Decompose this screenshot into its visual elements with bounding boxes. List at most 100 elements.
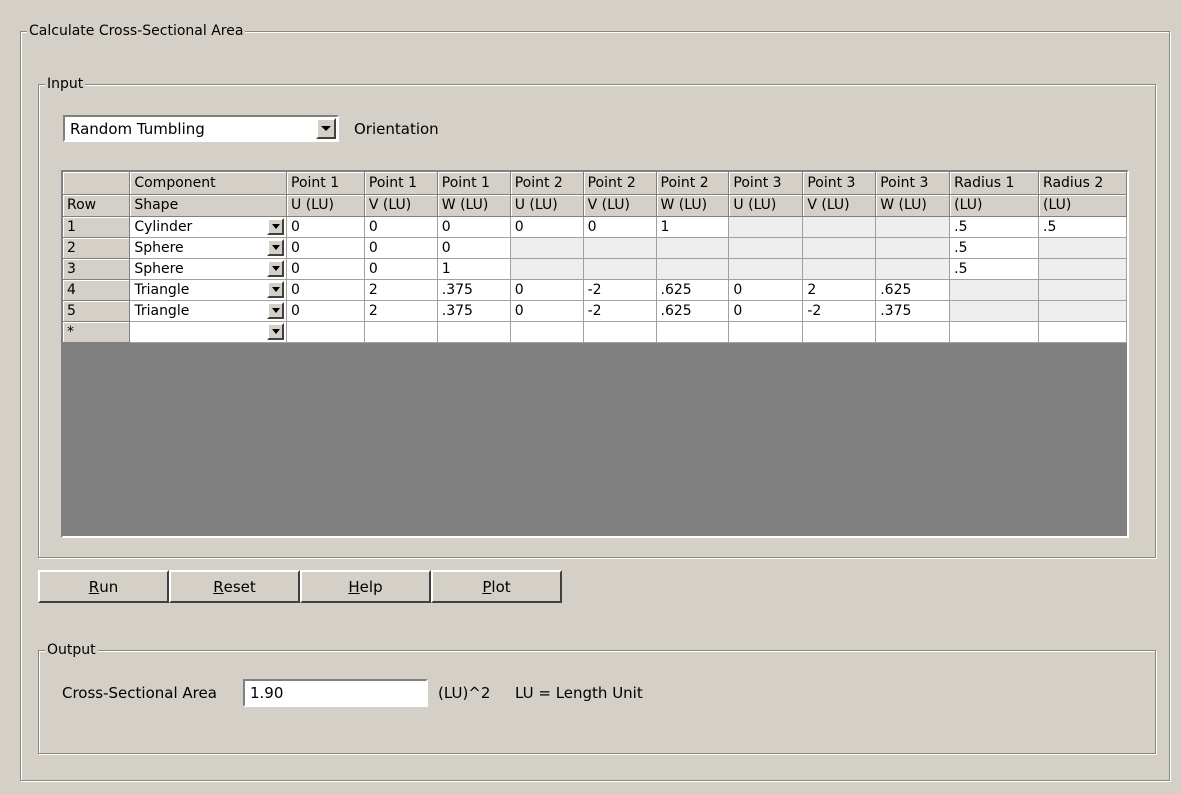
table-cell[interactable] xyxy=(437,321,511,343)
table-cell[interactable]: 2 xyxy=(802,279,877,301)
reset-button[interactable]: Reset xyxy=(169,570,300,603)
table-cell[interactable] xyxy=(286,321,365,343)
table-cell[interactable]: .5 xyxy=(1038,216,1127,238)
table-cell[interactable]: 0 xyxy=(286,237,365,259)
column-header[interactable]: Shape xyxy=(129,194,288,217)
table-cell[interactable]: 0 xyxy=(510,216,584,238)
table-cell[interactable]: 0 xyxy=(728,279,804,301)
table-cell[interactable]: .375 xyxy=(437,300,511,322)
column-header[interactable]: Point 2 xyxy=(583,172,657,195)
table-cell[interactable] xyxy=(1038,321,1127,343)
table-cell[interactable]: 0 xyxy=(364,216,438,238)
components-grid[interactable]: Component Point 1 Point 1 Point 1 Point 2 Poi… xyxy=(61,170,1129,538)
table-cell[interactable] xyxy=(728,321,804,343)
table-cell[interactable]: .625 xyxy=(656,279,730,301)
column-header[interactable]: Component xyxy=(129,172,288,195)
column-header[interactable]: Radius 2 xyxy=(1038,172,1127,195)
column-header[interactable]: Point 3 xyxy=(802,172,877,195)
shape-select-cell[interactable]: Sphere xyxy=(129,237,288,259)
table-cell xyxy=(728,258,804,280)
table-cell[interactable]: 0 xyxy=(364,237,438,259)
column-header[interactable]: Point 1 xyxy=(437,172,511,195)
column-header[interactable]: W (LU) xyxy=(875,194,951,217)
column-header[interactable]: Point 1 xyxy=(286,172,365,195)
column-header[interactable]: W (LU) xyxy=(437,194,511,217)
column-header[interactable]: Point 3 xyxy=(728,172,804,195)
shape-select-cell[interactable]: Sphere xyxy=(129,258,288,280)
table-cell xyxy=(949,300,1040,322)
shape-dropdown-button[interactable] xyxy=(267,217,285,235)
column-header[interactable]: (LU) xyxy=(949,194,1040,217)
table-cell[interactable]: .625 xyxy=(656,300,730,322)
shape-select-cell[interactable]: Triangle xyxy=(129,279,288,301)
column-header[interactable]: U (LU) xyxy=(728,194,804,217)
table-cell[interactable] xyxy=(875,321,951,343)
column-header[interactable]: (LU) xyxy=(1038,194,1127,217)
column-header[interactable] xyxy=(63,172,131,195)
column-header[interactable]: Point 2 xyxy=(656,172,730,195)
orientation-dropdown-button[interactable] xyxy=(316,118,336,139)
column-header[interactable]: Point 1 xyxy=(364,172,438,195)
column-header[interactable]: V (LU) xyxy=(364,194,438,217)
table-cell[interactable]: 0 xyxy=(286,279,365,301)
column-header[interactable]: U (LU) xyxy=(510,194,584,217)
table-cell[interactable]: -2 xyxy=(583,279,657,301)
table-cell[interactable] xyxy=(364,321,438,343)
table-cell[interactable]: 0 xyxy=(728,300,804,322)
table-cell[interactable]: 1 xyxy=(656,216,730,238)
table-cell[interactable]: .625 xyxy=(875,279,951,301)
table-cell[interactable]: 2 xyxy=(364,300,438,322)
help-button[interactable]: Help xyxy=(300,570,431,603)
column-header[interactable]: Radius 1 xyxy=(949,172,1040,195)
run-button[interactable]: Run xyxy=(38,570,169,603)
row-header[interactable]: 4 xyxy=(63,279,131,301)
table-cell[interactable] xyxy=(802,321,877,343)
table-cell[interactable]: -2 xyxy=(583,300,657,322)
table-cell[interactable]: 0 xyxy=(286,258,365,280)
shape-dropdown-button[interactable] xyxy=(267,301,285,319)
table-cell[interactable]: 0 xyxy=(286,300,365,322)
column-header[interactable]: W (LU) xyxy=(656,194,730,217)
column-header[interactable]: U (LU) xyxy=(286,194,365,217)
orientation-select[interactable]: Random Tumbling xyxy=(63,115,339,142)
cross-sectional-area-field[interactable]: 1.90 xyxy=(243,679,428,707)
row-header[interactable]: 3 xyxy=(63,258,131,280)
table-cell[interactable]: 1 xyxy=(437,258,511,280)
shape-select-cell[interactable]: Cylinder xyxy=(129,216,288,238)
table-cell[interactable]: .5 xyxy=(949,258,1040,280)
table-cell[interactable]: .5 xyxy=(949,216,1040,238)
table-cell[interactable]: .375 xyxy=(875,300,951,322)
shape-dropdown-button[interactable] xyxy=(267,238,285,256)
shape-dropdown-button[interactable] xyxy=(267,280,285,298)
table-cell[interactable]: -2 xyxy=(802,300,877,322)
row-header[interactable]: * xyxy=(63,321,131,343)
shape-dropdown-button[interactable] xyxy=(267,322,285,340)
table-cell[interactable]: .375 xyxy=(437,279,511,301)
table-cell[interactable] xyxy=(583,321,657,343)
plot-button[interactable]: Plot xyxy=(431,570,562,603)
column-header[interactable]: Row xyxy=(63,194,131,217)
column-header[interactable]: V (LU) xyxy=(583,194,657,217)
shape-select-cell[interactable]: Triangle xyxy=(129,300,288,322)
table-cell[interactable]: 0 xyxy=(437,237,511,259)
column-header[interactable]: Point 2 xyxy=(510,172,584,195)
table-cell[interactable]: 0 xyxy=(437,216,511,238)
table-cell[interactable]: 0 xyxy=(364,258,438,280)
table-cell[interactable]: 2 xyxy=(364,279,438,301)
table-cell xyxy=(656,237,730,259)
table-cell[interactable]: 0 xyxy=(510,300,584,322)
row-header[interactable]: 1 xyxy=(63,216,131,238)
row-header[interactable]: 2 xyxy=(63,237,131,259)
row-header[interactable]: 5 xyxy=(63,300,131,322)
shape-select-cell[interactable] xyxy=(129,321,288,343)
table-cell[interactable] xyxy=(510,321,584,343)
column-header[interactable]: Point 3 xyxy=(875,172,951,195)
table-cell[interactable]: 0 xyxy=(583,216,657,238)
shape-dropdown-button[interactable] xyxy=(267,259,285,277)
table-cell[interactable] xyxy=(949,321,1040,343)
table-cell[interactable]: .5 xyxy=(949,237,1040,259)
column-header[interactable]: V (LU) xyxy=(802,194,877,217)
table-cell[interactable]: 0 xyxy=(510,279,584,301)
table-cell[interactable]: 0 xyxy=(286,216,365,238)
table-cell[interactable] xyxy=(656,321,730,343)
